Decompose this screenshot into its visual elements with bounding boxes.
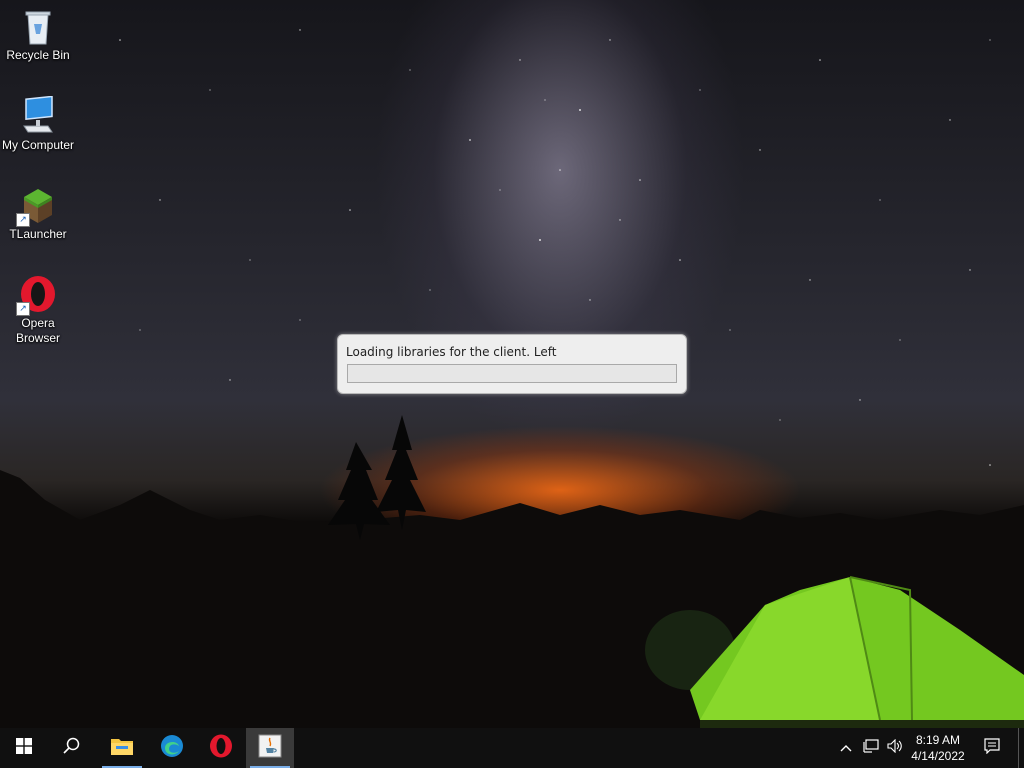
desktop-icon-label: Recycle Bin — [6, 48, 70, 62]
chevron-up-icon — [840, 739, 852, 757]
clock-time: 8:19 AM — [915, 733, 961, 747]
desktop-icon-label: Opera Browser — [16, 316, 61, 345]
desktop[interactable]: Recycle Bin My Computer ↗ TLauncher ↗ Op… — [0, 0, 1024, 728]
start-button[interactable] — [0, 728, 48, 768]
progress-bar — [347, 364, 677, 383]
opera-icon — [209, 734, 233, 763]
notification-icon — [984, 737, 1000, 759]
show-desktop-button[interactable] — [1018, 728, 1024, 768]
network-icon — [863, 738, 879, 758]
taskbar-file-explorer[interactable] — [98, 728, 146, 768]
taskbar: 8:19 AM 4/14/2022 — [0, 728, 1024, 768]
opera-icon: ↗ — [16, 274, 58, 316]
desktop-icon-tlauncher[interactable]: ↗ TLauncher — [0, 185, 76, 242]
shortcut-arrow-icon: ↗ — [16, 213, 30, 227]
computer-icon — [18, 95, 58, 136]
edge-icon — [160, 734, 184, 763]
desktop-icon-recycle-bin[interactable]: Recycle Bin — [0, 6, 76, 63]
action-center-button[interactable] — [978, 728, 1006, 768]
loading-dialog: Loading libraries for the client. Left — [337, 334, 687, 394]
taskbar-opera[interactable] — [197, 728, 245, 768]
search-icon — [63, 737, 81, 760]
desktop-icon-label: My Computer — [1, 138, 75, 152]
windows-start-icon — [16, 737, 32, 759]
network-button[interactable] — [860, 728, 882, 768]
clock-date: 4/14/2022 — [911, 749, 965, 763]
show-hidden-icons-button[interactable] — [836, 728, 856, 768]
recycle-bin-icon — [18, 6, 58, 46]
desktop-icon-label: TLauncher — [9, 227, 67, 241]
taskbar-edge[interactable] — [148, 728, 196, 768]
taskbar-java[interactable] — [246, 728, 294, 768]
speaker-icon — [887, 738, 903, 758]
loading-message: Loading libraries for the client. Left — [346, 345, 557, 359]
file-explorer-icon — [110, 735, 134, 762]
java-icon — [258, 734, 282, 763]
desktop-icon-my-computer[interactable]: My Computer — [0, 95, 76, 153]
desktop-icon-opera-browser[interactable]: ↗ Opera Browser — [0, 274, 76, 346]
volume-button[interactable] — [884, 728, 906, 768]
tlauncher-icon: ↗ — [16, 185, 58, 227]
shortcut-arrow-icon: ↗ — [16, 302, 30, 316]
clock[interactable]: 8:19 AM 4/14/2022 — [906, 728, 970, 768]
search-button[interactable] — [48, 728, 96, 768]
